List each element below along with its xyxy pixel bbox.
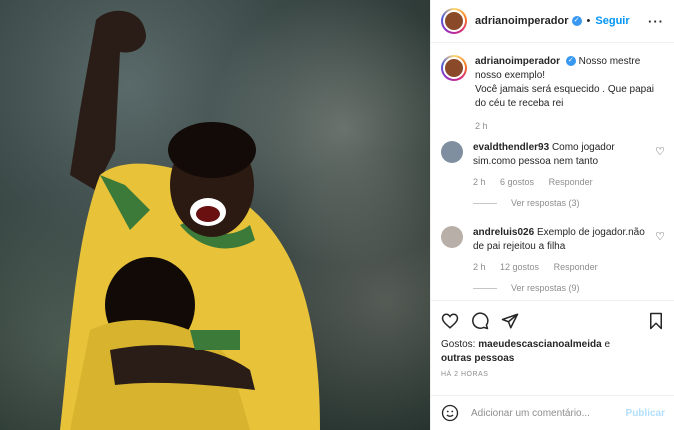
commenter-avatar[interactable]: [441, 141, 463, 163]
share-send-icon[interactable]: [501, 312, 519, 330]
view-replies-button[interactable]: Ver respostas (3): [473, 198, 580, 208]
add-comment-bar: Publicar: [431, 395, 674, 430]
author-username[interactable]: adrianoimperador: [475, 15, 569, 27]
comment-body: evaldthendler93 Como jogador sim.como pe…: [473, 141, 648, 189]
comment-bubble-icon[interactable]: [471, 312, 489, 330]
caption-line2: Você jamais será esquecido . Que papai d…: [475, 84, 654, 109]
view-replies-button[interactable]: Ver respostas (9): [473, 283, 580, 293]
post-timestamp[interactable]: HÁ 2 HORAS: [441, 371, 488, 378]
comment-likes[interactable]: 12 gostos: [500, 262, 539, 272]
comment-reply-button[interactable]: Responder: [554, 262, 598, 272]
comment-input[interactable]: [469, 406, 613, 420]
comment-reply-button[interactable]: Responder: [549, 177, 593, 187]
comment-like-heart-icon[interactable]: ♡: [655, 230, 665, 243]
follow-button[interactable]: Seguir: [595, 15, 629, 27]
likes-summary: Gostos: maeudescascianoalmeida e outras …: [441, 338, 661, 366]
more-options-icon[interactable]: ···: [648, 14, 664, 29]
separator-dot: •: [586, 15, 591, 27]
comment-like-heart-icon[interactable]: ♡: [655, 145, 665, 158]
caption-author-avatar[interactable]: [441, 55, 467, 81]
comment-item: evaldthendler93 Como jogador sim.como pe…: [431, 141, 674, 189]
emoji-smiley-icon[interactable]: [441, 404, 459, 422]
bookmark-save-icon[interactable]: [647, 312, 665, 330]
publish-comment-button[interactable]: Publicar: [626, 408, 665, 419]
caption-time[interactable]: 2 h: [475, 119, 655, 133]
comment-username[interactable]: andreluis026: [473, 227, 534, 238]
author-avatar[interactable]: [441, 8, 467, 34]
post-caption: adrianoimperador ✓ Nosso mestre nosso ex…: [431, 43, 674, 133]
caption-verified-icon: ✓: [565, 56, 576, 67]
post-header: adrianoimperador ✓ • Seguir ···: [431, 0, 674, 43]
comment-item: andreluis026 Exemplo de jogador.não de p…: [431, 226, 674, 274]
comment-body: andreluis026 Exemplo de jogador.não de p…: [473, 226, 648, 274]
instagram-post-view: adrianoimperador ✓ • Seguir ··· adrianoi…: [0, 0, 674, 430]
post-side-panel: adrianoimperador ✓ • Seguir ··· adrianoi…: [430, 0, 674, 430]
comment-meta: 2 h 12 gostos Responder: [473, 260, 648, 274]
caption-username[interactable]: adrianoimperador: [475, 56, 560, 67]
commenter-avatar[interactable]: [441, 226, 463, 248]
likes-suffix: e: [604, 339, 610, 350]
likes-user[interactable]: maeudescascianoalmeida: [478, 339, 601, 350]
post-actions-bar: [431, 300, 674, 340]
comment-username[interactable]: evaldthendler93: [473, 142, 549, 153]
comment-time[interactable]: 2 h: [473, 262, 486, 272]
photo-illustration: [60, 10, 320, 430]
verified-icon: ✓: [571, 16, 582, 26]
like-heart-icon[interactable]: [441, 312, 459, 330]
post-photo[interactable]: [0, 0, 430, 430]
comment-meta: 2 h 6 gostos Responder: [473, 175, 648, 189]
comment-time[interactable]: 2 h: [473, 177, 486, 187]
likes-prefix: Gostos:: [441, 339, 476, 350]
comment-likes[interactable]: 6 gostos: [500, 177, 534, 187]
likes-others[interactable]: outras pessoas: [441, 353, 514, 364]
caption-text-block: adrianoimperador ✓ Nosso mestre nosso ex…: [475, 55, 655, 133]
